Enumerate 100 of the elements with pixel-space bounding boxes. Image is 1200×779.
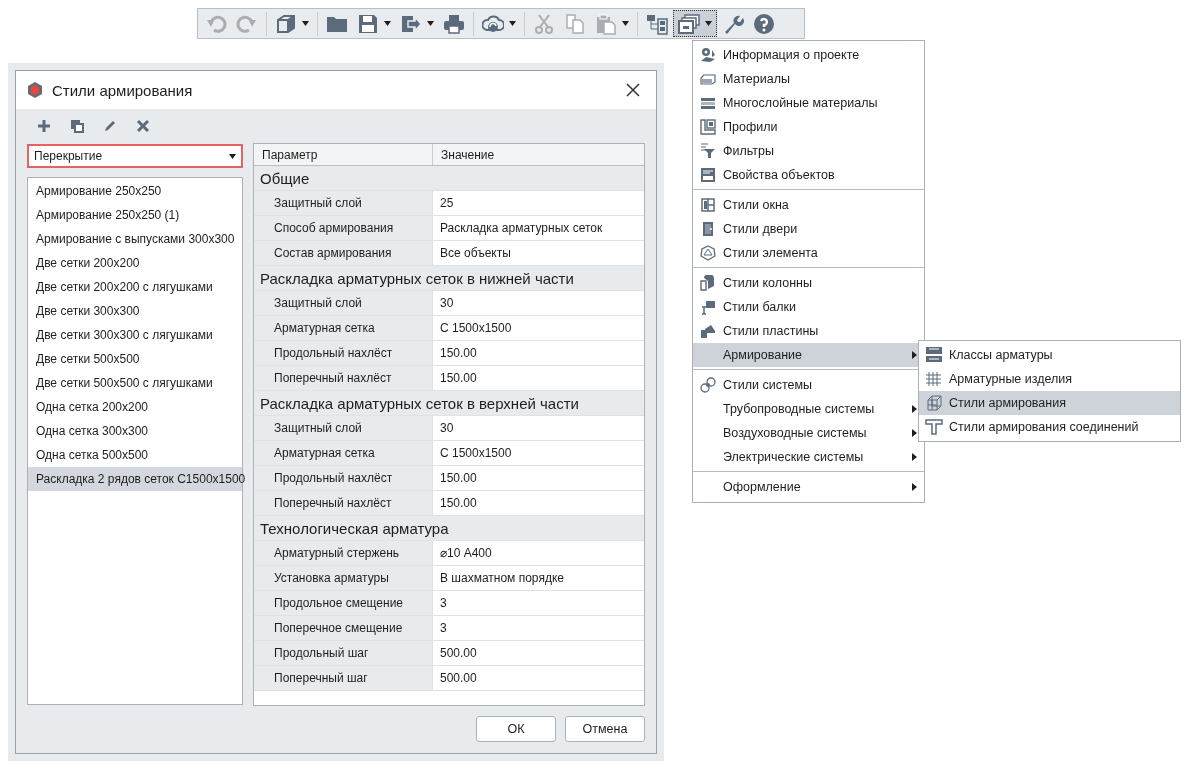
layers-icon xyxy=(700,95,716,111)
column-header: Значение xyxy=(440,146,495,164)
list-item[interactable]: Армирование 250x250 (1) xyxy=(28,203,242,227)
cloud-sync-icon xyxy=(482,12,504,35)
table-cell[interactable]: 3 xyxy=(433,616,644,640)
list-item[interactable]: Одна сетка 300x300 xyxy=(28,419,242,443)
submenu-arrow-icon xyxy=(912,453,917,461)
caret-icon xyxy=(229,153,236,159)
filter-icon xyxy=(700,143,716,159)
caret-icon xyxy=(302,21,309,26)
group-header: Раскладка арматурных сеток в нижней части xyxy=(254,266,644,291)
group-header: Технологическая арматура xyxy=(254,516,644,541)
grid-mesh-icon xyxy=(925,370,943,388)
copy-icon xyxy=(564,12,586,35)
table-cell[interactable]: 30 xyxy=(433,416,644,440)
menu-item[interactable]: Стили двери xyxy=(693,217,924,241)
list-item[interactable]: Армирование 250x250 xyxy=(28,179,242,203)
table-cell[interactable]: 150.00 xyxy=(433,366,644,390)
table-cell: Способ армирования xyxy=(254,216,433,240)
table-cell[interactable]: 30 xyxy=(433,291,644,315)
menu-item[interactable]: Стили армирования xyxy=(919,391,1180,415)
plus-icon xyxy=(37,119,51,133)
table-cell[interactable]: 500.00 xyxy=(433,641,644,665)
menu-item[interactable]: Электрические системы xyxy=(693,445,924,469)
caret-icon xyxy=(705,21,712,26)
ok-button[interactable]: ОК xyxy=(476,716,556,742)
close-icon xyxy=(626,83,640,97)
list-item[interactable]: Две сетки 300x300 с лягушками xyxy=(28,323,242,347)
cancel-button[interactable]: Отмена xyxy=(565,716,645,742)
table-cell[interactable]: Все объекты xyxy=(433,241,644,265)
table-cell[interactable]: 500.00 xyxy=(433,666,644,690)
table-cell: Продольный шаг xyxy=(254,641,433,665)
list-item[interactable]: Одна сетка 500x500 xyxy=(28,443,242,467)
menu-item[interactable]: Стили элемента xyxy=(693,241,924,265)
list-item[interactable]: Две сетки 500x500 xyxy=(28,347,242,371)
app-logo-icon xyxy=(26,81,44,99)
stacked-cards-icon xyxy=(678,12,700,35)
category-dropdown[interactable]: Перекрытие xyxy=(27,144,243,168)
list-item[interactable]: Армирование с выпусками 300x300 xyxy=(28,227,242,251)
list-item[interactable]: Две сетки 300x300 xyxy=(28,299,242,323)
table-cell: Продольный нахлёст xyxy=(254,466,433,490)
toolbar-button[interactable] xyxy=(70,119,84,133)
table-cell[interactable]: С 1500x1500 xyxy=(433,316,644,340)
table-cell[interactable]: 150.00 xyxy=(433,341,644,365)
table-cell[interactable]: ⌀10 А400 xyxy=(433,541,644,565)
menu-item[interactable]: Профили xyxy=(693,115,924,139)
polyhedron-icon xyxy=(700,245,716,261)
mesh-cube-icon xyxy=(925,394,943,412)
menu-item[interactable]: Стили пластины xyxy=(693,319,924,343)
menu-item[interactable]: Информация о проекте xyxy=(693,43,924,67)
table-cell: Арматурная сетка xyxy=(254,316,433,340)
toolbar-button[interactable] xyxy=(673,10,717,37)
menu-item[interactable]: Свойства объектов xyxy=(693,163,924,187)
table-cell: Поперечный шаг xyxy=(254,666,433,690)
list-item[interactable]: Две сетки 200x200 xyxy=(28,251,242,275)
group-header: Общие xyxy=(254,166,644,191)
table-cell[interactable]: 3 xyxy=(433,591,644,615)
menu-item[interactable]: Многослойные материалы xyxy=(693,91,924,115)
save-icon xyxy=(357,12,379,35)
column-header: Параметр xyxy=(254,144,433,165)
scissors-icon xyxy=(533,12,555,35)
caret-icon xyxy=(509,21,516,26)
profile-icon xyxy=(700,119,716,135)
menu-item[interactable]: Материалы xyxy=(693,67,924,91)
group-header: Раскладка арматурных сеток в верхней части xyxy=(254,391,644,416)
table-cell: Защитный слой xyxy=(254,416,433,440)
menu-item[interactable]: Стили балки xyxy=(693,295,924,319)
rebar-class-icon xyxy=(925,346,943,364)
text-number-icon xyxy=(700,167,716,183)
table-cell: Поперечный нахлёст xyxy=(254,491,433,515)
plate-icon xyxy=(700,323,716,339)
table-cell[interactable]: Раскладка арматурных сеток xyxy=(433,216,644,240)
menu-item[interactable]: Оформление xyxy=(693,475,924,499)
caret-icon xyxy=(622,21,629,26)
list-item[interactable]: Две сетки 200x200 с лягушками xyxy=(28,275,242,299)
map-pin-icon xyxy=(700,47,716,63)
window-title: Стили армирования xyxy=(52,81,194,99)
chain-link-icon xyxy=(700,377,716,393)
hierarchy-icon xyxy=(646,12,668,35)
t-section-icon xyxy=(925,418,943,436)
menu-item[interactable]: Стили колонны xyxy=(693,271,924,295)
menu-item[interactable]: Фильтры xyxy=(693,139,924,163)
list-item[interactable]: Одна сетка 200x200 xyxy=(28,395,242,419)
clipboard-icon xyxy=(595,12,617,35)
table-cell: Арматурная сетка xyxy=(254,441,433,465)
list-item[interactable]: Две сетки 500x500 с лягушками xyxy=(28,371,242,395)
table-cell: Поперечное смещение xyxy=(254,616,433,640)
menu-item[interactable]: Стили окна xyxy=(693,193,924,217)
window-icon xyxy=(700,197,716,213)
table-cell[interactable]: В шахматном порядке xyxy=(433,566,644,590)
printer-icon xyxy=(443,12,465,35)
submenu-arrow-icon xyxy=(912,351,917,359)
table-cell[interactable]: 150.00 xyxy=(433,491,644,515)
table-cell[interactable]: 150.00 xyxy=(433,466,644,490)
table-cell: Поперечный нахлёст xyxy=(254,366,433,390)
delete-icon xyxy=(136,119,150,133)
table-cell[interactable]: С 1500x1500 xyxy=(433,441,644,465)
pencil-icon xyxy=(103,119,117,133)
submenu-arrow-icon xyxy=(912,405,917,413)
table-cell[interactable]: 25 xyxy=(433,191,644,215)
